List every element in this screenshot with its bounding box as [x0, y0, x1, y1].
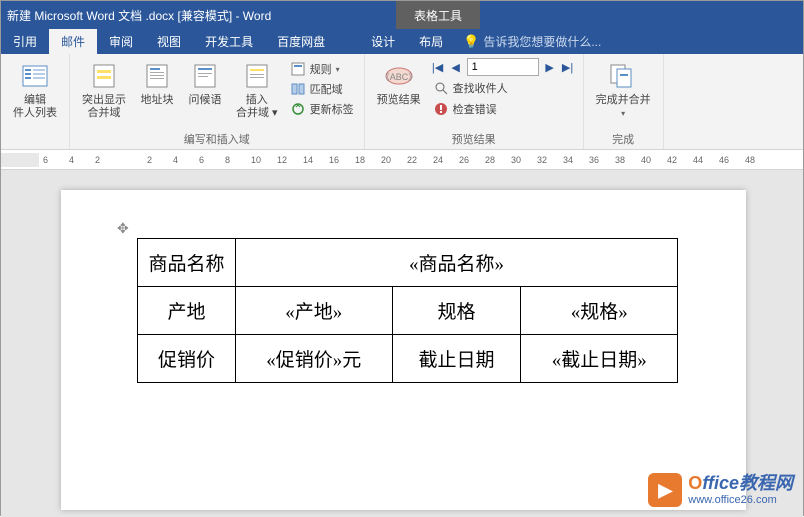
table-row[interactable]: 商品名称 «商品名称»	[138, 239, 678, 287]
titlebar: 新建 Microsoft Word 文档 .docx [兼容模式] - Word…	[1, 1, 803, 29]
update-label: 更新标签	[310, 101, 354, 117]
cell-spec-field[interactable]: «规格»	[521, 287, 678, 335]
tab-table-layout[interactable]: 布局	[407, 29, 455, 54]
ribbon-group-recipients: 编辑件人列表	[1, 54, 70, 149]
watermark: ▶ Office教程网 www.office26.com	[648, 473, 793, 507]
highlight-label: 突出显示合并域	[82, 94, 126, 120]
check-errors-button[interactable]: 检查错误	[431, 100, 575, 118]
watermark-logo-icon: ▶	[648, 473, 682, 507]
cell-product-name-field[interactable]: «商品名称»	[236, 239, 678, 287]
cell-origin-label[interactable]: 产地	[138, 287, 236, 335]
find-recipient-button[interactable]: 查找收件人	[431, 79, 575, 97]
insert-field-label: 插入合并域 ▾	[236, 94, 278, 120]
record-number-input[interactable]	[467, 58, 539, 76]
contextual-tab-title: 表格工具	[396, 1, 480, 29]
finish-merge-button[interactable]: 完成并合并▾	[592, 58, 655, 122]
address-block-button[interactable]: 地址块	[136, 58, 178, 109]
chevron-down-icon: ▾	[336, 65, 340, 74]
ribbon-tabs: 引用 邮件 审阅 视图 开发工具 百度网盘 设计 布局 💡 告诉我您想要做什么.…	[1, 29, 803, 54]
highlight-merge-button[interactable]: 突出显示合并域	[78, 58, 130, 122]
match-label: 匹配域	[310, 81, 343, 97]
edit-recipients-label: 编辑件人列表	[13, 94, 57, 120]
window-title: 新建 Microsoft Word 文档 .docx [兼容模式] - Word	[7, 7, 271, 24]
address-block-icon	[141, 60, 173, 92]
group-label-2: 编写和插入域	[184, 129, 250, 147]
document-area[interactable]: ✥ 商品名称 «商品名称» 产地 «产地» 规格 «规格» 促销价 «促销价»元…	[1, 170, 803, 517]
horizontal-ruler[interactable]: 6 4 2 2 4 6 8 10 12 14 16 18 20 22 24 26…	[1, 150, 803, 170]
rules-label: 规则	[310, 61, 332, 77]
rules-icon	[290, 61, 306, 77]
first-record-button[interactable]: |◀	[431, 60, 445, 74]
find-label: 查找收件人	[453, 80, 508, 96]
recipients-list-icon	[19, 60, 51, 92]
ribbon-group-finish: 完成并合并▾ 完成	[584, 54, 664, 149]
cell-price-label[interactable]: 促销价	[138, 335, 236, 383]
finish-merge-label: 完成并合并▾	[596, 94, 651, 120]
cell-spec-label[interactable]: 规格	[392, 287, 521, 335]
tab-mailings[interactable]: 邮件	[49, 29, 97, 54]
preview-icon: 《ABC》	[383, 60, 415, 92]
check-label: 检查错误	[453, 101, 497, 117]
greeting-button[interactable]: 问候语	[184, 58, 226, 109]
document-page[interactable]: ✥ 商品名称 «商品名称» 产地 «产地» 规格 «规格» 促销价 «促销价»元…	[61, 190, 746, 510]
match-icon	[290, 81, 306, 97]
next-record-button[interactable]: ▶	[543, 60, 557, 74]
insert-field-icon	[241, 60, 273, 92]
watermark-url: www.office26.com	[688, 494, 793, 506]
address-block-label: 地址块	[141, 94, 174, 107]
ribbon-group-preview: 《ABC》 预览结果 |◀ ◀ ▶ ▶| 查找收件人 检查错误	[365, 54, 584, 149]
highlight-icon	[88, 60, 120, 92]
ribbon: 编辑件人列表 突出显示合并域 地址块 问候语 插入合并域 ▾	[1, 54, 803, 150]
greeting-label: 问候语	[189, 94, 222, 107]
insert-field-button[interactable]: 插入合并域 ▾	[232, 58, 282, 122]
lightbulb-icon: 💡	[463, 34, 479, 50]
preview-results-button[interactable]: 《ABC》 预览结果	[373, 58, 425, 109]
search-icon	[433, 80, 449, 96]
cell-origin-field[interactable]: «产地»	[236, 287, 393, 335]
tab-review[interactable]: 审阅	[97, 29, 145, 54]
edit-recipients-button[interactable]: 编辑件人列表	[9, 58, 61, 122]
tab-developer[interactable]: 开发工具	[193, 29, 265, 54]
svg-text:《ABC》: 《ABC》	[384, 72, 414, 82]
tab-view[interactable]: 视图	[145, 29, 193, 54]
tab-table-design[interactable]: 设计	[359, 29, 407, 54]
table-anchor-icon[interactable]: ✥	[117, 220, 129, 237]
cell-product-name-label[interactable]: 商品名称	[138, 239, 236, 287]
update-labels-button[interactable]: 更新标签	[288, 100, 356, 118]
cell-deadline-label[interactable]: 截止日期	[392, 335, 521, 383]
last-record-button[interactable]: ▶|	[561, 60, 575, 74]
preview-label: 预览结果	[377, 94, 421, 107]
check-icon	[433, 101, 449, 117]
table-row[interactable]: 产地 «产地» 规格 «规格»	[138, 287, 678, 335]
group-label-3: 预览结果	[452, 129, 496, 147]
table-row[interactable]: 促销价 «促销价»元 截止日期 «截止日期»	[138, 335, 678, 383]
tab-references[interactable]: 引用	[1, 29, 49, 54]
ribbon-group-write-insert: 突出显示合并域 地址块 问候语 插入合并域 ▾ 规则 ▾	[70, 54, 365, 149]
match-fields-button[interactable]: 匹配域	[288, 80, 356, 98]
finish-merge-icon	[607, 60, 639, 92]
tell-me-placeholder: 告诉我您想要做什么...	[483, 33, 601, 50]
watermark-brand: Office教程网	[688, 474, 793, 494]
update-icon	[290, 101, 306, 117]
chevron-down-icon: ▾	[621, 109, 625, 118]
greeting-icon	[189, 60, 221, 92]
cell-price-field[interactable]: «促销价»元	[236, 335, 393, 383]
tell-me-search[interactable]: 💡 告诉我您想要做什么...	[455, 29, 609, 54]
merge-table[interactable]: 商品名称 «商品名称» 产地 «产地» 规格 «规格» 促销价 «促销价»元 截…	[137, 238, 678, 383]
tab-baidu[interactable]: 百度网盘	[265, 29, 337, 54]
rules-button[interactable]: 规则 ▾	[288, 60, 356, 78]
cell-deadline-field[interactable]: «截止日期»	[521, 335, 678, 383]
prev-record-button[interactable]: ◀	[449, 60, 463, 74]
group-label-4: 完成	[612, 129, 634, 147]
